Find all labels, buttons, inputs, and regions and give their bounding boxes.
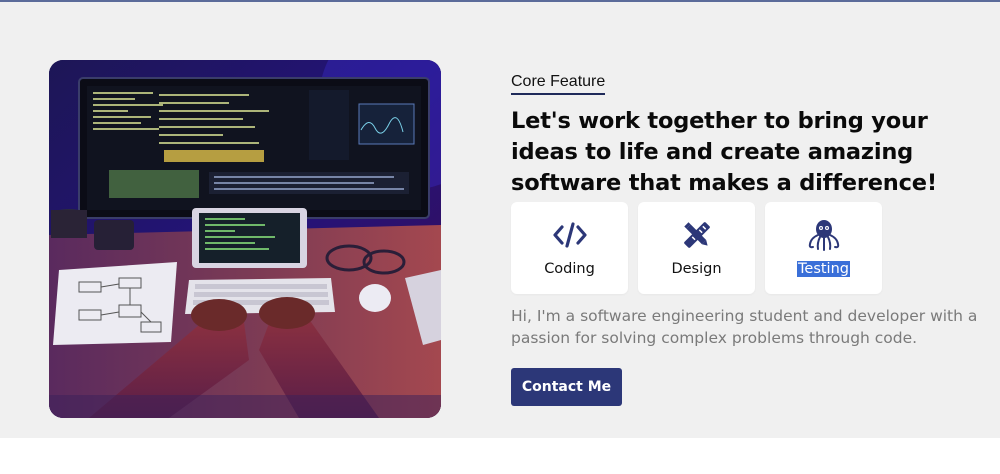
- section-description: Hi, I'm a software engineering student a…: [511, 307, 978, 347]
- code-icon: [511, 218, 628, 252]
- developer-workspace-image: [49, 60, 441, 418]
- design-tools-icon: [638, 218, 755, 252]
- section-eyebrow: Core Feature: [511, 73, 606, 95]
- feature-card-label: Testing: [797, 261, 850, 277]
- section-headline: Let's work together to bring your ideas …: [511, 108, 937, 196]
- feature-card-label: Design: [671, 261, 722, 277]
- feature-card-coding[interactable]: Coding: [511, 202, 628, 294]
- octopus-icon: [765, 218, 882, 252]
- contact-me-button[interactable]: Contact Me: [511, 368, 622, 406]
- feature-card-testing[interactable]: Testing: [765, 202, 882, 294]
- feature-card-design[interactable]: Design: [638, 202, 755, 294]
- feature-card-label: Coding: [544, 261, 595, 277]
